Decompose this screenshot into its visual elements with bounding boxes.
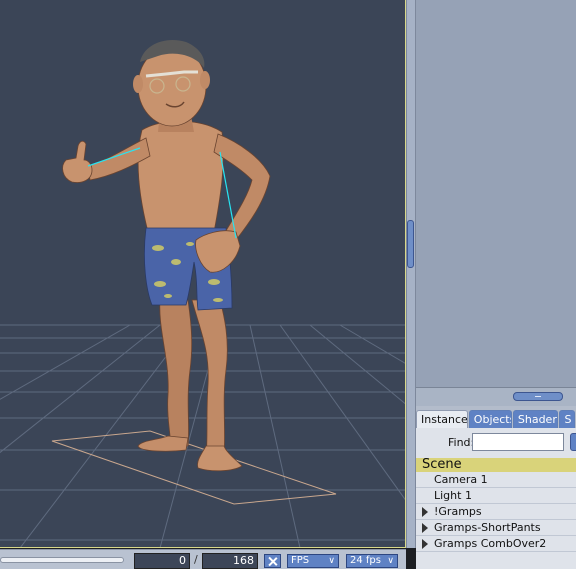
tree-item-camera[interactable]: Camera 1 [416, 472, 576, 488]
timeline-bar: 0 / 168 FPS ∨ 24 fps ∨ [0, 549, 406, 569]
fps-value-dropdown[interactable]: 24 fps ∨ [346, 554, 398, 568]
tab-shaders[interactable]: Shaders [512, 410, 559, 428]
frame-separator: / [194, 553, 198, 566]
tab-objects[interactable]: Objects [468, 410, 512, 428]
tree-item-label: Camera 1 [434, 473, 488, 486]
tree-item-gramps[interactable]: !Gramps [416, 504, 576, 520]
timeline-scrubber[interactable] [0, 557, 124, 563]
expand-arrow-icon[interactable] [422, 507, 428, 517]
loop-toggle-icon[interactable] [264, 554, 281, 568]
find-label: Find: [448, 436, 475, 449]
scene-tree-header[interactable]: Scene [416, 458, 576, 472]
splitter-grip[interactable] [407, 220, 414, 268]
viewport-render [0, 40, 405, 547]
chevron-down-icon: ∨ [328, 556, 335, 566]
tree-item-label: Gramps CombOver2 [434, 537, 547, 550]
chevron-down-icon: ∨ [387, 556, 394, 566]
tab-instances[interactable]: Instances [416, 410, 468, 428]
expand-arrow-icon[interactable] [422, 523, 428, 533]
tree-item-shortpants[interactable]: Gramps-ShortPants [416, 520, 576, 536]
find-input[interactable] [472, 433, 564, 451]
fps-value-label: 24 fps [350, 555, 381, 566]
current-frame-field[interactable]: 0 [134, 553, 190, 569]
preview-pane [416, 0, 576, 388]
floor-bounding-box [51, 430, 337, 505]
fps-mode-dropdown[interactable]: FPS ∨ [287, 554, 339, 568]
tree-item-label: Gramps-ShortPants [434, 521, 541, 534]
3d-viewport[interactable] [0, 0, 406, 548]
total-frames-field[interactable]: 168 [202, 553, 258, 569]
expand-arrow-icon[interactable] [422, 539, 428, 549]
tab-overflow[interactable]: S [559, 410, 576, 428]
vertical-splitter[interactable] [406, 0, 416, 548]
right-panel: Instances Objects Shaders S Find: Scene … [416, 0, 576, 569]
scene-tree: Scene Camera 1 Light 1 !Gramps Gramps-Sh… [416, 458, 576, 569]
find-button[interactable] [570, 433, 576, 451]
tree-item-label: Light 1 [434, 489, 472, 502]
splitter-handle[interactable] [513, 392, 563, 401]
tree-item-label: !Gramps [434, 505, 482, 518]
ground-grid [0, 324, 405, 547]
tree-item-combover[interactable]: Gramps CombOver2 [416, 536, 576, 552]
character-figure[interactable] [62, 40, 271, 472]
app-window: Instances Objects Shaders S Find: Scene … [0, 0, 576, 569]
tree-item-light[interactable]: Light 1 [416, 488, 576, 504]
panel-tabs: Instances Objects Shaders S [416, 410, 576, 428]
find-row: Find: [416, 428, 576, 458]
fps-mode-label: FPS [291, 555, 310, 566]
